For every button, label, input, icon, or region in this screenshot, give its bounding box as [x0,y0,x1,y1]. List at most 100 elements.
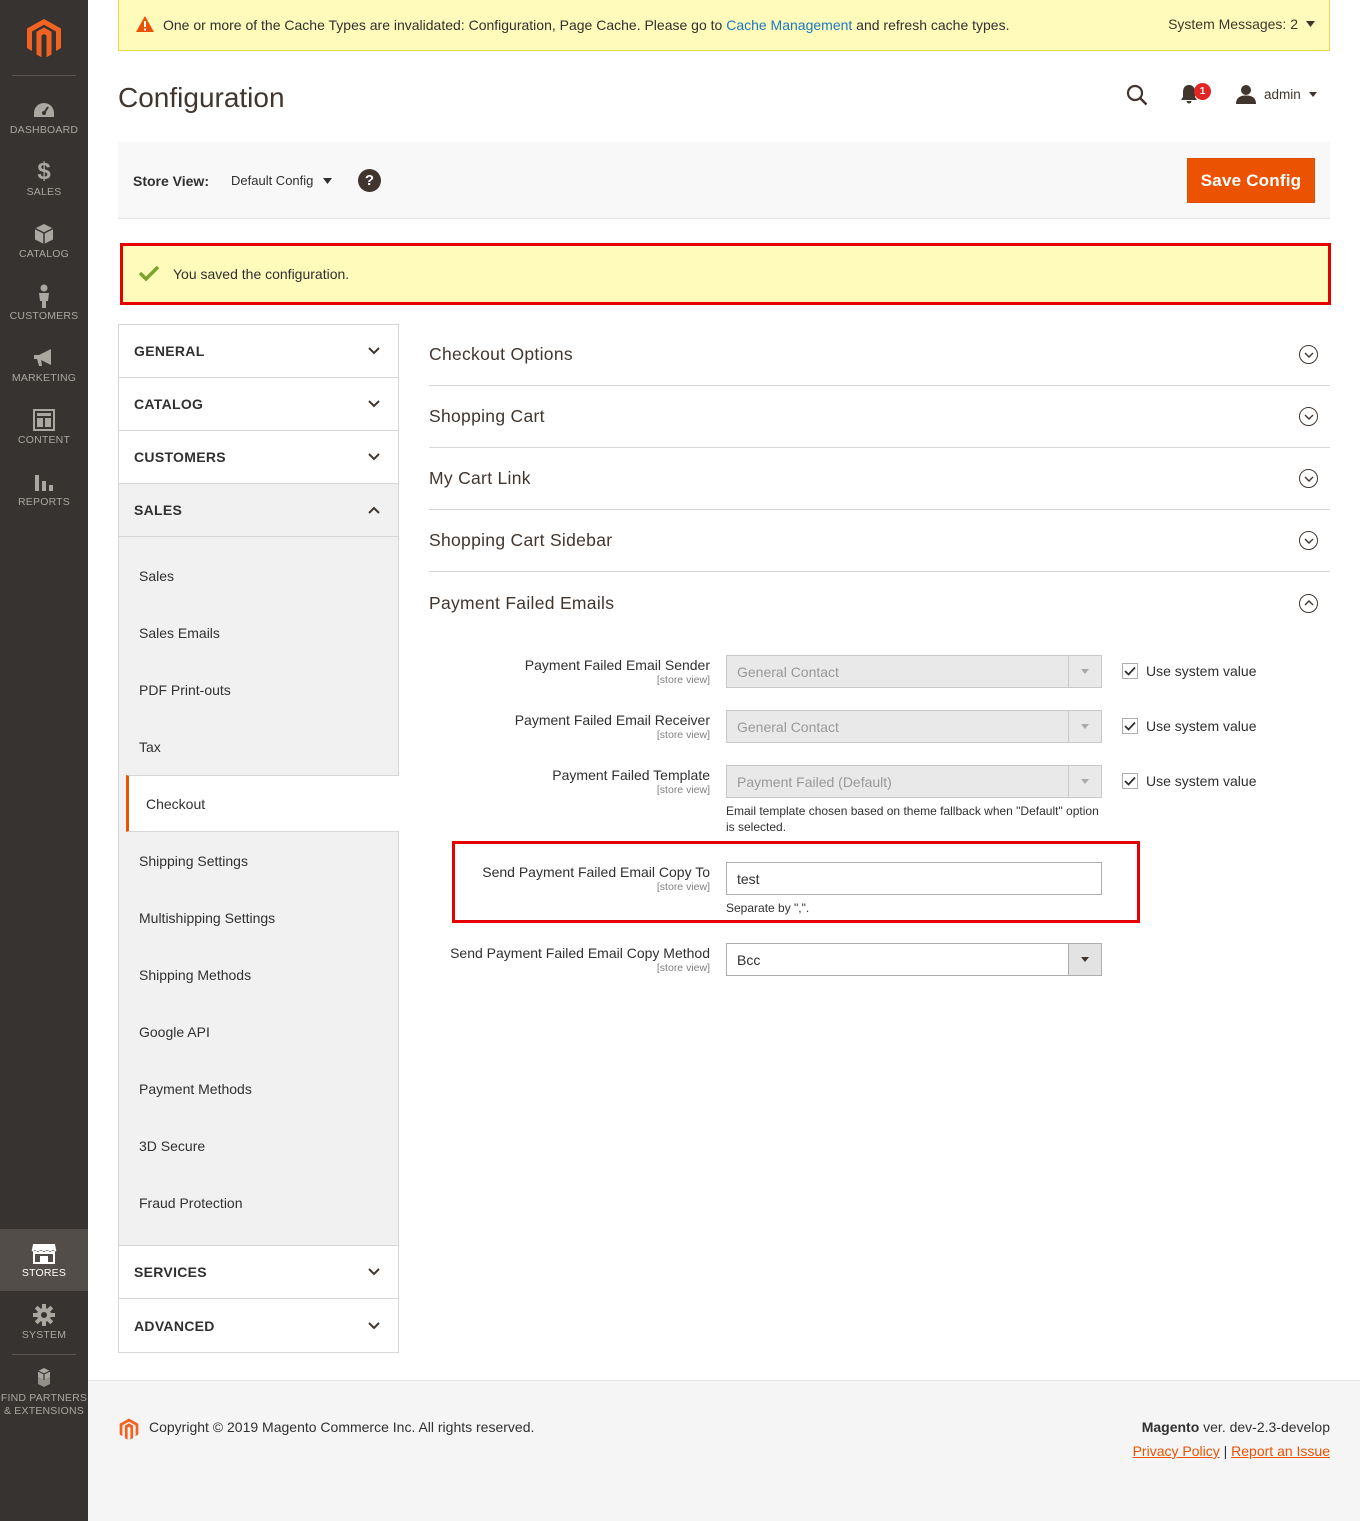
section-shopping-cart-sidebar[interactable]: Shopping Cart Sidebar [429,510,1330,572]
cubes-icon [32,1366,56,1390]
save-config-button[interactable]: Save Config [1187,158,1315,203]
nav-content[interactable]: CONTENT [0,396,88,458]
chevron-down-icon [368,1268,380,1276]
nav-stores-label: STORES [21,1266,67,1279]
template-select[interactable]: Payment Failed (Default) [726,765,1102,798]
tab-sales[interactable]: SALES [119,484,398,537]
link-separator: | [1223,1443,1228,1459]
copy-to-note: Separate by ",". [726,901,810,915]
magento-logo[interactable] [0,0,88,76]
sales-sub-list: Sales Sales Emails PDF Print-outs Tax Ch… [119,537,399,1246]
search-icon[interactable] [1126,84,1148,109]
sub-item-sales[interactable]: Sales [119,547,398,604]
system-message-bar: One or more of the Cache Types are inval… [118,0,1330,51]
sub-item-payment-methods[interactable]: Payment Methods [119,1060,398,1117]
privacy-policy-link[interactable]: Privacy Policy [1133,1443,1220,1459]
use-system-value-template[interactable]: Use system value [1122,773,1256,789]
select-value: Payment Failed (Default) [737,773,892,790]
store-view-label: Store View: [133,173,209,189]
warning-icon [135,15,155,36]
admin-sidebar: DASHBOARD $ SALES CATALOG CUSTOMERS MARK… [0,0,88,1521]
section-my-cart-link[interactable]: My Cart Link [429,448,1330,510]
sub-item-sales-emails[interactable]: Sales Emails [119,604,398,661]
brand-name: Magento [1141,1419,1200,1435]
version-text: Magento ver. dev-2.3-develop [1142,1419,1330,1435]
system-messages-count: System Messages: 2 [1168,16,1298,32]
copy-to-input[interactable]: test [726,862,1102,895]
config-tabs: GENERAL CATALOG CUSTOMERS SALES Sales Sa… [118,324,399,1353]
sub-item-checkout[interactable]: Checkout [126,775,399,832]
nav-stores[interactable]: STORES [0,1229,88,1291]
cache-management-link[interactable]: Cache Management [726,17,852,33]
nav-content-label: CONTENT [17,433,71,446]
checkbox-checked-icon[interactable] [1122,773,1138,789]
chevron-down-icon [368,400,380,408]
box-icon [33,222,55,246]
nav-customers[interactable]: CUSTOMERS [0,272,88,334]
magento-logo-icon [27,19,61,58]
nav-divider [12,1354,76,1355]
nav-system[interactable]: SYSTEM [0,1291,88,1353]
store-icon [31,1241,57,1265]
email-receiver-select[interactable]: General Contact [726,710,1102,743]
use-system-value-sender[interactable]: Use system value [1122,663,1256,679]
sub-item-pdf-printouts[interactable]: PDF Print-outs [119,661,398,718]
chevron-down-icon [368,1321,380,1329]
nav-catalog[interactable]: CATALOG [0,210,88,272]
email-sender-select[interactable]: General Contact [726,655,1102,688]
nav-sales-label: SALES [26,185,62,198]
field-scope: [store view] [656,881,710,893]
copy-method-select[interactable]: Bcc [726,943,1102,976]
store-view-switcher[interactable]: Default Config [231,173,333,188]
system-messages-toggle[interactable]: System Messages: 2 [1168,16,1315,32]
sub-item-google-api[interactable]: Google API [119,1003,398,1060]
tab-catalog[interactable]: CATALOG [119,378,398,431]
tab-services[interactable]: SERVICES [119,1246,398,1299]
store-view-bar: Store View: Default Config ? Save Config [118,142,1330,219]
nav-marketing-label: MARKETING [11,371,77,384]
caret-down-icon [1068,656,1101,687]
help-icon[interactable]: ? [358,169,381,192]
sub-item-3d-secure[interactable]: 3D Secure [119,1117,398,1174]
select-value: General Contact [737,718,839,735]
tab-services-label: SERVICES [134,1264,207,1280]
sub-item-tax[interactable]: Tax [119,718,398,775]
user-menu[interactable]: admin [1236,84,1317,104]
caret-down-icon [1308,91,1317,97]
field-label-text: Payment Failed Email Sender [524,657,710,673]
nav-dashboard[interactable]: DASHBOARD [0,86,88,148]
checkbox-checked-icon[interactable] [1122,663,1138,679]
section-payment-failed-emails[interactable]: Payment Failed Emails [429,572,1330,634]
nav-dashboard-label: DASHBOARD [9,123,79,136]
chevron-up-icon [368,506,380,514]
nav-catalog-label: CATALOG [18,247,70,260]
sub-item-shipping-settings[interactable]: Shipping Settings [119,832,398,889]
section-shopping-cart[interactable]: Shopping Cart [429,386,1330,448]
tab-customers[interactable]: CUSTOMERS [119,431,398,484]
nav-marketing[interactable]: MARKETING [0,334,88,396]
report-issue-link[interactable]: Report an Issue [1231,1443,1330,1459]
tab-customers-label: CUSTOMERS [134,449,226,465]
sub-item-fraud-protection[interactable]: Fraud Protection [119,1174,398,1231]
tab-general[interactable]: GENERAL [119,325,398,378]
input-value: test [737,870,760,887]
use-system-value-receiver[interactable]: Use system value [1122,718,1256,734]
tab-advanced[interactable]: ADVANCED [119,1299,398,1352]
chevron-down-icon [1299,345,1318,364]
store-view-value: Default Config [231,173,314,188]
field-label: Payment Failed Email Receiver [store vie… [515,712,710,741]
nav-find-partners[interactable]: FIND PARTNERS & EXTENSIONS [0,1360,88,1424]
copyright-text: Copyright © 2019 Magento Commerce Inc. A… [149,1419,535,1435]
system-message-text: One or more of the Cache Types are inval… [163,17,1009,33]
tab-general-label: GENERAL [134,343,205,359]
sub-item-multishipping-settings[interactable]: Multishipping Settings [119,889,398,946]
nav-sales[interactable]: $ SALES [0,148,88,210]
checkbox-checked-icon[interactable] [1122,718,1138,734]
section-title: Shopping Cart Sidebar [429,530,613,550]
nav-reports[interactable]: REPORTS [0,458,88,520]
sub-item-shipping-methods[interactable]: Shipping Methods [119,946,398,1003]
field-scope: [store view] [656,962,710,974]
section-checkout-options[interactable]: Checkout Options [429,324,1330,386]
field-label-text: Send Payment Failed Email Copy Method [450,945,710,961]
field-label: Send Payment Failed Email Copy To [store… [482,864,710,893]
